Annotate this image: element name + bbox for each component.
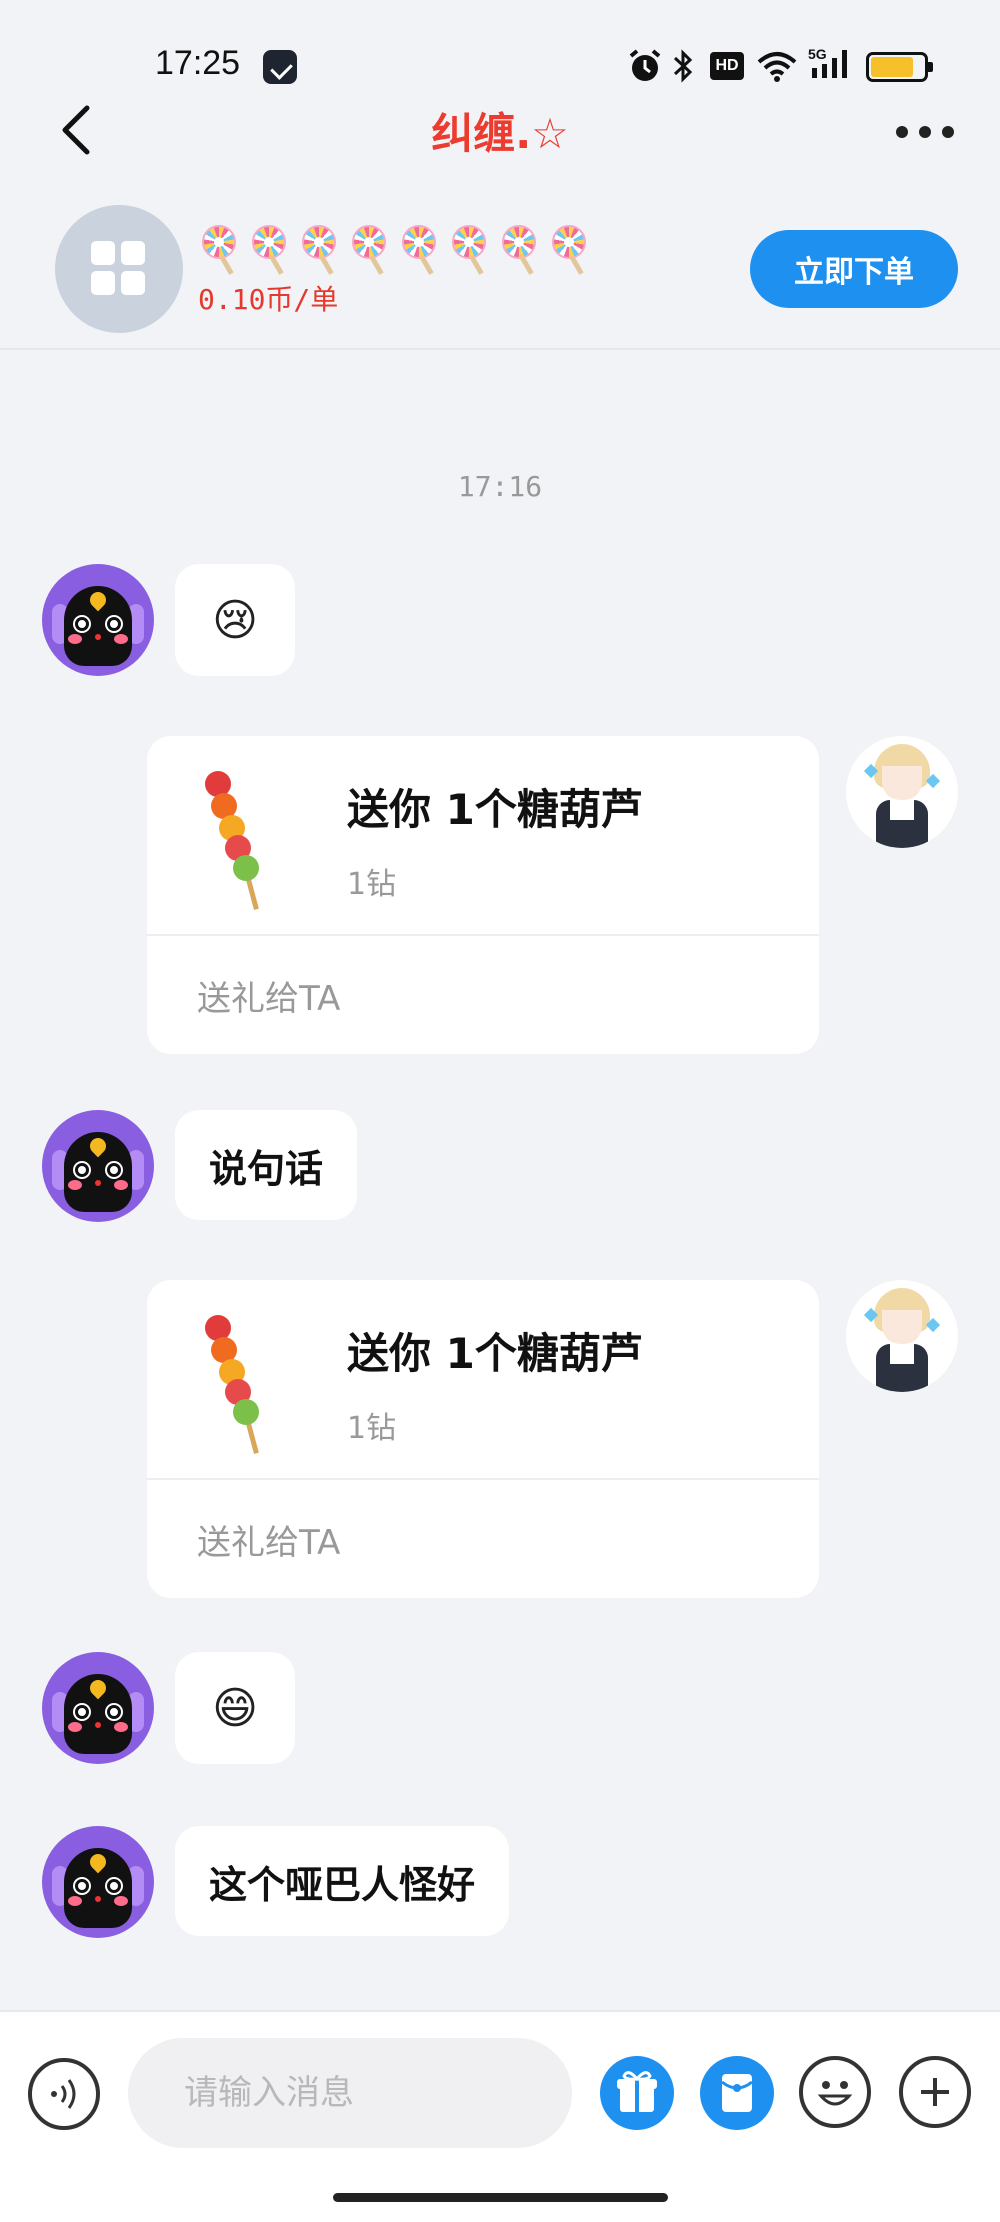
message-text: 说句话: [209, 1146, 324, 1191]
user-avatar[interactable]: [846, 736, 958, 848]
hd-icon: HD: [710, 52, 744, 80]
lollipop-icon: [498, 225, 540, 275]
voice-icon[interactable]: [28, 2058, 100, 2130]
lollipop-icon: [248, 225, 290, 275]
lollipop-icon: [298, 225, 340, 275]
plus-icon[interactable]: [899, 2056, 971, 2128]
network-label: 5G: [808, 46, 827, 62]
message-bubble[interactable]: 这个哑巴人怪好: [175, 1826, 510, 1936]
service-avatar[interactable]: [55, 205, 183, 333]
battery-icon: [866, 52, 933, 82]
lollipop-icon: [198, 225, 240, 275]
lollipop-icon: [448, 225, 490, 275]
5g-signal-icon: 5G: [808, 46, 856, 84]
contact-avatar[interactable]: [42, 564, 154, 676]
send-gift-link[interactable]: 送礼给TA: [197, 971, 340, 1020]
message-text: 这个哑巴人怪好: [209, 1862, 476, 1907]
gift-card[interactable]: 送你 1个糖葫芦 1钻 送礼给TA: [147, 736, 819, 1054]
message-bubble[interactable]: 说句话: [175, 1110, 358, 1220]
service-badges: [198, 225, 590, 275]
lollipop-icon: [548, 225, 590, 275]
chat-time-stamp: 17:16: [457, 470, 543, 503]
contact-avatar[interactable]: [42, 1652, 154, 1764]
red-packet-icon[interactable]: [700, 2056, 774, 2130]
lollipop-icon: [348, 225, 390, 275]
bluetooth-icon: [673, 49, 693, 83]
contact-avatar[interactable]: [42, 1110, 154, 1222]
service-price: 0.10币/单: [198, 283, 339, 316]
candied-hawthorn-icon: [197, 1315, 277, 1455]
lollipop-icon: [398, 225, 440, 275]
gift-card[interactable]: 送你 1个糖葫芦 1钻 送礼给TA: [147, 1280, 819, 1598]
gift-price: 1钻: [347, 1411, 397, 1446]
status-time: 17:25: [155, 44, 241, 82]
more-dots-icon[interactable]: [890, 110, 960, 150]
grinning-emoji: 😄: [212, 1682, 258, 1734]
chat-title: 纠缠.☆: [431, 109, 569, 158]
candied-hawthorn-icon: [197, 771, 277, 911]
gift-price: 1钻: [347, 867, 397, 902]
hd-label: HD: [715, 57, 739, 74]
gift-card-top: 送你 1个糖葫芦 1钻: [147, 1280, 819, 1480]
wifi-icon: [757, 52, 797, 82]
message-input[interactable]: [128, 2038, 572, 2148]
crying-emoji: 😢: [212, 594, 258, 646]
message-bubble[interactable]: 😄: [175, 1652, 295, 1764]
emoji-icon[interactable]: [799, 2056, 871, 2128]
alarm-icon: [629, 49, 661, 81]
user-avatar[interactable]: [846, 1280, 958, 1392]
gift-title: 送你 1个糖葫芦: [347, 785, 643, 834]
status-bar: 17:25 HD 5G: [0, 0, 1000, 110]
order-now-button[interactable]: 立即下单: [750, 230, 958, 308]
gift-card-top: 送你 1个糖葫芦 1钻: [147, 736, 819, 936]
home-indicator: [333, 2193, 668, 2202]
contact-avatar[interactable]: [42, 1826, 154, 1938]
gift-icon[interactable]: [600, 2056, 674, 2130]
message-bubble[interactable]: 😢: [175, 564, 295, 676]
app-notification-icon: [263, 50, 297, 84]
send-gift-link[interactable]: 送礼给TA: [197, 1515, 340, 1564]
gift-title: 送你 1个糖葫芦: [347, 1329, 643, 1378]
